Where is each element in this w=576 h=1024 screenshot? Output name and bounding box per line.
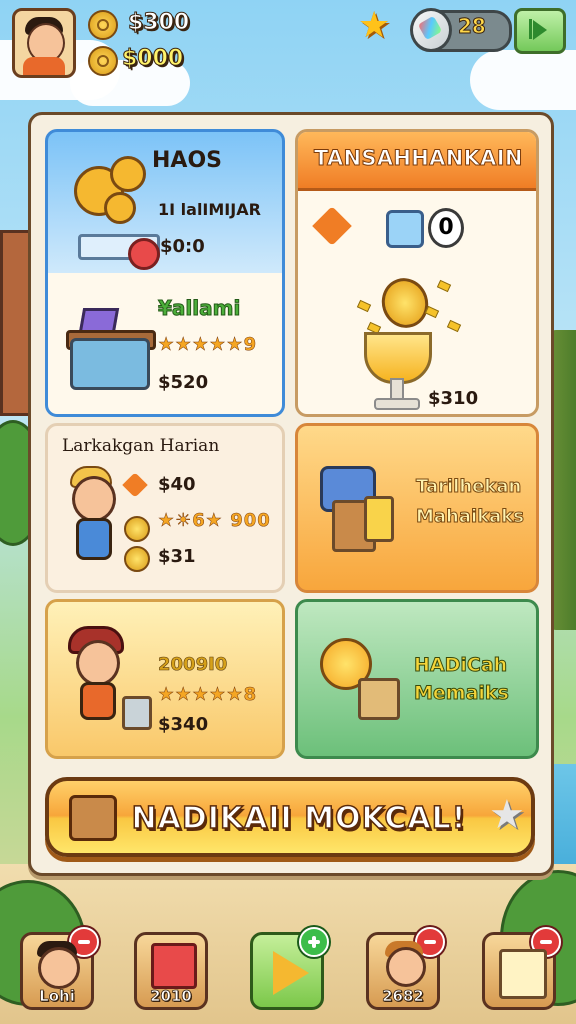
shop-panel: HAOS 1I lalIMIJAR $0:0 ¥allami ★★★★★9 $5… [28,112,554,876]
heroes-item-name: ¥allami [157,296,241,321]
scroll-icon [499,949,547,999]
heart-icon [122,472,148,498]
special-card[interactable]: Tarilhekan Mahaikaks [295,423,539,593]
nav-friends-label: 2682 [382,987,425,1006]
girl-head [76,640,120,686]
coin-icon [375,272,435,334]
top-bar: $300 $000 ★ 28 [0,0,576,90]
heroes-price-bottom: $520 [158,372,209,393]
boy-body [76,518,112,560]
star-icon: ★ [489,792,525,838]
red-coin-icon [128,238,160,270]
exit-button[interactable] [514,8,566,54]
machine-body [70,338,150,390]
gold-balance: $000 [121,46,184,72]
vending-machine-icon [66,308,156,390]
coin-icon [124,546,150,572]
heroes-subtitle: 1I lalIMIJAR [158,200,261,219]
map-bag-icon [151,943,197,989]
gear [104,192,136,224]
goblet-icon [364,332,432,384]
coin-balance: $300 [127,10,190,36]
gift-line-2: Memaiks [414,682,510,705]
gold-card-icon [364,496,394,542]
bucket-icon [122,696,152,730]
box-icon [69,795,117,841]
daily-banner: TANSAHHANKAIN [298,132,536,191]
coin-icon [124,516,150,542]
task-stars: ★☀6★ 900 [158,510,271,532]
pack-code: 2009I0 [158,654,228,676]
pack-price: $340 [158,714,209,735]
gift-box-icon [358,678,400,720]
sparkle [446,319,462,333]
heroes-price-top: $0:0 [160,236,205,257]
profile-head [38,947,80,989]
gift-card[interactable]: HADiCah Memaiks [295,599,539,759]
player-avatar[interactable] [12,8,76,78]
play-arrow-icon [273,951,309,995]
gears-icon [70,152,146,230]
star-icon[interactable]: ★ [358,8,394,44]
friend-head [386,947,426,987]
goblet-base [374,398,420,410]
sparkle [424,305,440,319]
task-title: Larkakgan Harian [62,436,220,456]
counter-badge: 0 [428,208,464,248]
nav-play[interactable] [250,927,329,1010]
coin-icon [88,10,118,40]
special-line-2: Mahaikaks [416,506,525,528]
gem-icon [410,8,452,52]
gem-balance: 28 [458,14,487,39]
task-price-1: $40 [158,474,196,495]
gold-coin-icon [88,46,118,76]
nav-quests[interactable] [482,927,561,1010]
heroes-stars: ★★★★★9 [158,334,258,356]
daily-price: $310 [428,388,479,409]
main-action-button[interactable]: NADIKAII MOKCAL! ★ [45,777,535,857]
nav-map-label: 2010 [150,987,193,1006]
gift-line-1: HADiCah [413,654,508,677]
boy-head [72,476,116,522]
heroes-card[interactable]: HAOS 1I lalIMIJAR $0:0 ¥allami ★★★★★9 $5… [45,129,285,417]
heroes-title: HAOS [152,148,222,173]
nav-map[interactable]: 2010 [134,932,208,1010]
daily-title: TANSAHHANKAIN [314,146,523,171]
special-line-1: Tarilhekan [415,476,522,498]
exit-bar [529,19,532,39]
nav-profile-label: Lohi [39,987,75,1006]
sparkle [356,299,372,313]
heart-icon [312,206,352,246]
ticket-icon [386,210,424,248]
task-price-2: $31 [158,546,196,567]
daily-card[interactable]: TANSAHHANKAIN 0 $310 [295,129,539,417]
girl-body [80,682,116,720]
nav-profile[interactable]: Lohi [20,927,99,1010]
nav-friends[interactable]: 2682 [366,927,445,1010]
pack-card[interactable]: 2009I0 ★★★★★8 $340 [45,599,285,759]
gear [110,156,146,192]
task-card[interactable]: Larkakgan Harian $40 ★☀6★ 900 $31 [45,423,285,593]
avatar-shirt [23,57,65,75]
pack-stars: ★★★★★8 [158,684,258,706]
sparkle [436,279,452,293]
main-action-label: NADIKAII MOKCAL! [131,800,467,837]
